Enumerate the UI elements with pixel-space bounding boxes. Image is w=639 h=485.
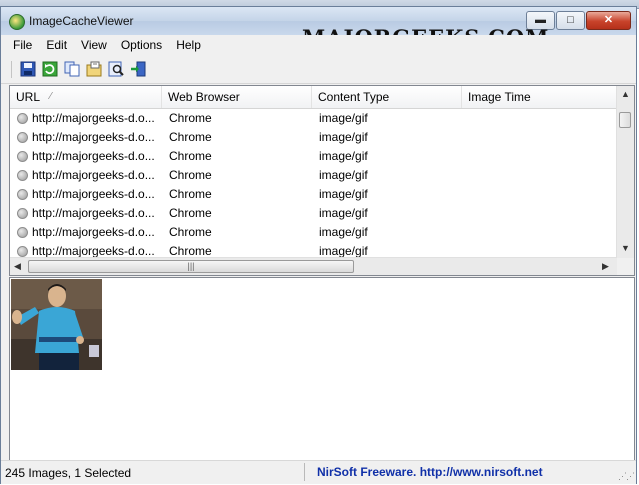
scrollbar-corner (617, 258, 634, 275)
status-dot-icon (17, 227, 28, 238)
scroll-down-arrow-icon[interactable]: ▼ (621, 243, 630, 253)
exit-button[interactable] (129, 60, 147, 78)
app-window: ImageCacheViewer ▬ □ ✕ MAJORGEEKS.COM Fi… (0, 6, 637, 484)
toolbar (1, 56, 636, 84)
cell-url: http://majorgeeks-d.o... (32, 244, 155, 258)
find-icon (108, 61, 124, 77)
table-row[interactable]: http://majorgeeks-d.o... Chrome image/gi… (10, 128, 616, 147)
refresh-button[interactable] (41, 60, 59, 78)
cell-url: http://majorgeeks-d.o... (32, 206, 155, 220)
cell-browser: Chrome (169, 244, 212, 258)
table-row[interactable]: http://majorgeeks-d.o... Chrome image/gi… (10, 166, 616, 185)
table-row[interactable]: http://majorgeeks-d.o... Chrome image/gi… (10, 204, 616, 223)
cell-browser: Chrome (169, 130, 212, 144)
cell-browser: Chrome (169, 206, 212, 220)
cell-content-type: image/gif (319, 130, 368, 144)
nirsoft-link[interactable]: NirSoft Freeware. http://www.nirsoft.net (317, 465, 543, 479)
copy-icon (64, 61, 80, 77)
cell-url: http://majorgeeks-d.o... (32, 187, 155, 201)
list-rows: http://majorgeeks-d.o... Chrome image/gi… (10, 109, 616, 259)
scroll-right-arrow-icon[interactable]: ▶ (602, 261, 609, 272)
column-header-label: URL (16, 90, 41, 104)
list-header: URL ⁄ Web Browser Content Type Image Tim… (10, 86, 619, 109)
status-dot-icon (17, 246, 28, 257)
table-row[interactable]: http://majorgeeks-d.o... Chrome image/gi… (10, 185, 616, 204)
cell-url: http://majorgeeks-d.o... (32, 111, 155, 125)
toolbar-separator (11, 61, 12, 78)
copy-button[interactable] (63, 60, 81, 78)
menu-help[interactable]: Help (169, 35, 208, 55)
close-button[interactable]: ✕ (586, 11, 631, 30)
save-button[interactable] (19, 60, 37, 78)
cell-browser: Chrome (169, 225, 212, 239)
status-dot-icon (17, 113, 28, 124)
column-header-web-browser[interactable]: Web Browser (162, 86, 312, 108)
exit-icon (131, 61, 146, 77)
resize-grip-icon[interactable]: ⋰⋰ (618, 471, 635, 482)
table-row[interactable]: http://majorgeeks-d.o... Chrome image/gi… (10, 109, 616, 128)
maximize-button[interactable]: □ (556, 11, 585, 30)
cell-browser: Chrome (169, 168, 212, 182)
cell-content-type: image/gif (319, 244, 368, 258)
find-button[interactable] (107, 60, 125, 78)
app-icon (9, 14, 25, 30)
menu-file[interactable]: File (6, 35, 39, 55)
cell-url: http://majorgeeks-d.o... (32, 168, 155, 182)
column-header-url[interactable]: URL ⁄ (10, 86, 162, 108)
column-header-content-type[interactable]: Content Type (312, 86, 462, 108)
cell-content-type: image/gif (319, 149, 368, 163)
scroll-grip-icon: ||| (187, 261, 195, 271)
status-dot-icon (17, 189, 28, 200)
cell-content-type: image/gif (319, 225, 368, 239)
cell-url: http://majorgeeks-d.o... (32, 130, 155, 144)
maximize-icon: □ (567, 14, 574, 26)
properties-icon (86, 61, 102, 77)
status-dot-icon (17, 170, 28, 181)
cell-browser: Chrome (169, 149, 212, 163)
status-dot-icon (17, 208, 28, 219)
menu-edit[interactable]: Edit (39, 35, 74, 55)
scroll-left-arrow-icon[interactable]: ◀ (14, 261, 21, 272)
status-image-count: 245 Images, 1 Selected (5, 466, 132, 480)
status-dot-icon (17, 132, 28, 143)
sort-ascending-icon: ⁄ (50, 91, 52, 102)
image-preview-pane (9, 277, 635, 461)
cell-content-type: image/gif (319, 168, 368, 182)
status-bar: 245 Images, 1 Selected NirSoft Freeware.… (1, 460, 636, 484)
menu-bar: File Edit View Options Help (1, 35, 636, 55)
cell-browser: Chrome (169, 187, 212, 201)
save-icon (20, 61, 36, 77)
vertical-scrollbar[interactable]: ▲ ▼ (616, 86, 634, 258)
cell-content-type: image/gif (319, 206, 368, 220)
cell-url: http://majorgeeks-d.o... (32, 225, 155, 239)
cell-browser: Chrome (169, 111, 212, 125)
close-icon: ✕ (603, 14, 614, 26)
cell-url: http://majorgeeks-d.o... (32, 149, 155, 163)
horizontal-scrollbar[interactable]: ◀ ||| ▶ (10, 257, 617, 275)
table-row[interactable]: http://majorgeeks-d.o... Chrome image/gi… (10, 147, 616, 166)
cell-content-type: image/gif (319, 111, 368, 125)
column-header-image-time[interactable]: Image Time (462, 86, 619, 108)
scroll-up-arrow-icon[interactable]: ▲ (621, 89, 630, 99)
status-dot-icon (17, 151, 28, 162)
menu-view[interactable]: View (74, 35, 114, 55)
table-row[interactable]: http://majorgeeks-d.o... Chrome image/gi… (10, 223, 616, 242)
image-list[interactable]: URL ⁄ Web Browser Content Type Image Tim… (9, 85, 635, 276)
properties-button[interactable] (85, 60, 103, 78)
menu-options[interactable]: Options (114, 35, 169, 55)
preview-thumbnail-image (11, 279, 102, 370)
window-title: ImageCacheViewer (29, 14, 134, 28)
refresh-icon (42, 61, 58, 77)
vertical-scroll-thumb[interactable] (619, 112, 631, 128)
cell-content-type: image/gif (319, 187, 368, 201)
status-divider (304, 463, 305, 481)
horizontal-scroll-thumb[interactable]: ||| (28, 260, 354, 273)
